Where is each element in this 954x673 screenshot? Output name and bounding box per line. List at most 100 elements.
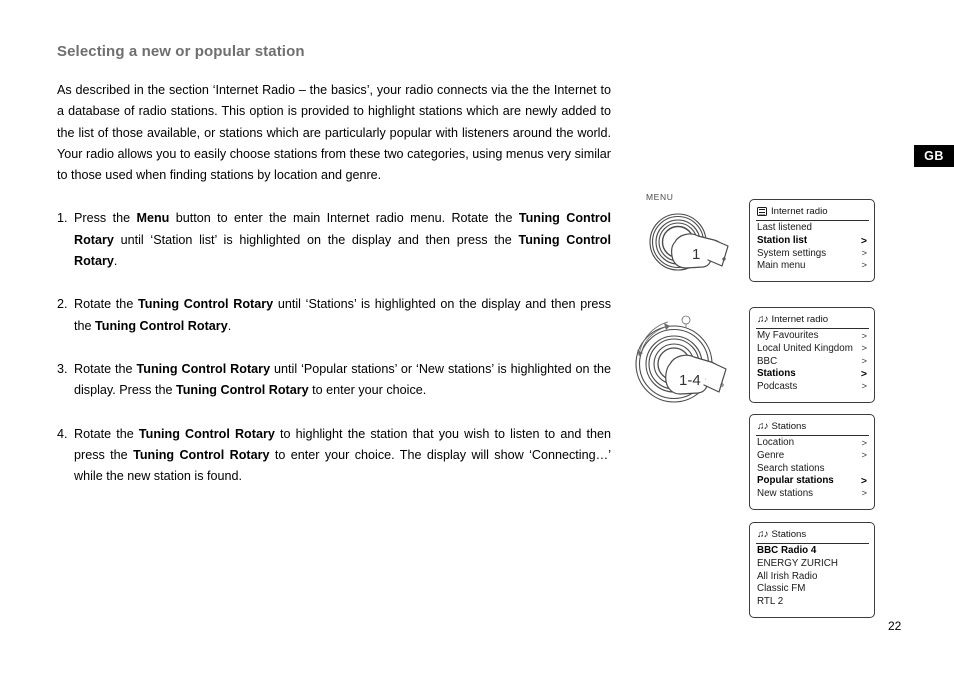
chevron-right-icon: > [860, 474, 867, 487]
menu-item-label: RTL 2 [757, 595, 784, 607]
menu-item-label: My Favourites [757, 330, 819, 342]
menu-item[interactable]: Podcasts > [750, 380, 874, 393]
display-title: Stations [771, 528, 807, 540]
menu-item-label: Classic FM [757, 583, 806, 595]
step-item: 1. Press the Menu button to enter the mai… [57, 208, 611, 272]
menu-item-selected[interactable]: Popular stations > [750, 475, 874, 488]
step-text: until ‘Station list’ is highlighted on t… [113, 232, 519, 247]
chevron-right-icon: > [860, 234, 867, 247]
step-item: 4. Rotate the Tuning Control Rotary to hi… [57, 424, 611, 488]
menu-item[interactable]: Main menu > [750, 260, 874, 273]
menu-item[interactable]: Search stations> [750, 462, 874, 475]
page-title: Selecting a new or popular station [57, 43, 305, 60]
menu-item-label: Location [757, 437, 795, 449]
display-header: ♫♪ Internet radio [750, 312, 874, 328]
chevron-right-icon: > [861, 330, 867, 342]
display-spacer [750, 608, 874, 617]
chevron-right-icon: > [861, 380, 867, 392]
menu-item[interactable]: ENERGY ZURICH> [750, 558, 874, 571]
menu-item[interactable]: New stations > [750, 487, 874, 500]
list-icon [757, 206, 767, 216]
display-title: Internet radio [771, 205, 828, 217]
music-note-icon: ♫♪ [757, 313, 768, 325]
display-menu-list: BBC Radio 4>ENERGY ZURICH>All Irish Radi… [750, 544, 874, 608]
menu-item-label: New stations [757, 487, 814, 499]
menu-item-label: ENERGY ZURICH [757, 557, 838, 569]
display-header: ♫♪ Stations [750, 419, 874, 435]
chevron-right-icon: > [861, 450, 867, 462]
step-number: 3. [57, 361, 68, 376]
step-number: 4. [57, 426, 68, 441]
menu-item-label: BBC [757, 355, 778, 367]
menu-item-selected[interactable]: Stations > [750, 368, 874, 381]
menu-item-label: Station list [757, 234, 808, 246]
step-text: Press the [74, 211, 137, 226]
music-note-icon: ♫♪ [757, 528, 768, 540]
menu-item[interactable]: Location > [750, 437, 874, 450]
menu-item-label: Stations [757, 368, 796, 380]
hand-step-number-1: 1 [692, 246, 700, 263]
step-emphasis: Tuning Control Rotary [95, 318, 228, 333]
display-header: Internet radio [750, 204, 874, 220]
menu-item[interactable]: RTL 2> [750, 595, 874, 608]
step-number: 1. [57, 211, 68, 226]
step-emphasis: Tuning Control Rotary [138, 426, 275, 441]
menu-item-label: System settings [757, 247, 827, 259]
menu-item-label: Podcasts [757, 380, 798, 392]
step-text: Rotate the [74, 361, 137, 376]
display-panel-4: ♫♪Stations BBC Radio 4>ENERGY ZURICH>All … [749, 522, 875, 618]
chevron-right-icon: > [861, 437, 867, 449]
step-text: . [227, 318, 232, 333]
menu-item[interactable]: Last listened> [750, 222, 874, 235]
display-panel-3: ♫♪ Stations Location > Genre > Search stations… [749, 414, 875, 510]
rotary-knob-drawing: 1-4 [635, 315, 727, 403]
menu-item[interactable]: All Irish Radio> [750, 570, 874, 583]
menu-item[interactable]: Local United Kingdom > [750, 343, 874, 356]
intro-paragraph: As described in the section ‘Internet Ra… [57, 83, 611, 183]
step-text: Rotate the [74, 297, 139, 312]
display-title: Stations [771, 420, 807, 432]
hand-step-number-1-4: 1-4 [679, 372, 701, 389]
instruction-text-column: As described in the section ‘Internet Ra… [57, 80, 611, 487]
menu-item[interactable]: My Favourites > [750, 330, 874, 343]
display-panel-1: Internet radio Last listened>Station list… [749, 199, 875, 283]
menu-item[interactable]: Classic FM> [750, 583, 874, 596]
display-menu-list: Last listened>Station list>System settin… [750, 221, 874, 272]
menu-item[interactable]: BBC > [750, 355, 874, 368]
menu-item-label: All Irish Radio [757, 570, 818, 582]
menu-item-selected[interactable]: BBC Radio 4> [750, 545, 874, 558]
menu-item[interactable]: Genre > [750, 450, 874, 463]
menu-press-drawing: 1 [649, 213, 729, 271]
display-title: Internet radio [771, 313, 829, 325]
music-note-icon: ♫♪ [757, 420, 768, 432]
step-number: 2. [57, 297, 68, 312]
step-emphasis: Tuning Control Rotary [138, 297, 274, 312]
language-badge-gb: GB [914, 145, 954, 167]
step-item: 2. Rotate the Tuning Control Rotary until… [57, 294, 611, 337]
display-spacer [750, 272, 874, 281]
display-panel-2: ♫♪ Internet radio My Favourites > Local Unit… [749, 307, 875, 403]
menu-item-selected[interactable]: Station list > [750, 235, 874, 248]
language-badge-label: GB [924, 149, 944, 163]
display-spacer [750, 393, 874, 402]
chevron-right-icon: > [860, 367, 867, 380]
menu-item[interactable]: System settings > [750, 247, 874, 260]
menu-item-label: BBC Radio 4 [757, 545, 817, 557]
step-emphasis: Tuning Control Rotary [136, 361, 271, 376]
step-emphasis: Tuning Control Rotary [133, 447, 270, 462]
menu-button-caption: MENU [646, 192, 674, 202]
display-menu-list: Location>Genre>Search stations>Popular s… [750, 436, 874, 500]
manual-page: GB Selecting a new or popular station As… [0, 0, 954, 673]
menu-item-label: Search stations [757, 462, 825, 474]
illustration-menu-button-press: MENU 1 [636, 192, 740, 300]
page-number: 22 [888, 619, 902, 633]
chevron-right-icon: > [861, 355, 867, 367]
menu-item-label: Main menu [757, 260, 806, 272]
step-text: to enter your choice. [308, 383, 427, 398]
menu-item-label: Genre [757, 449, 785, 461]
illustration-tuning-control-rotary: 1-4 [626, 306, 742, 418]
menu-item-label: Popular stations [757, 475, 834, 487]
display-spacer [750, 500, 874, 509]
step-emphasis: Menu [136, 211, 170, 226]
chevron-right-icon: > [861, 343, 867, 355]
